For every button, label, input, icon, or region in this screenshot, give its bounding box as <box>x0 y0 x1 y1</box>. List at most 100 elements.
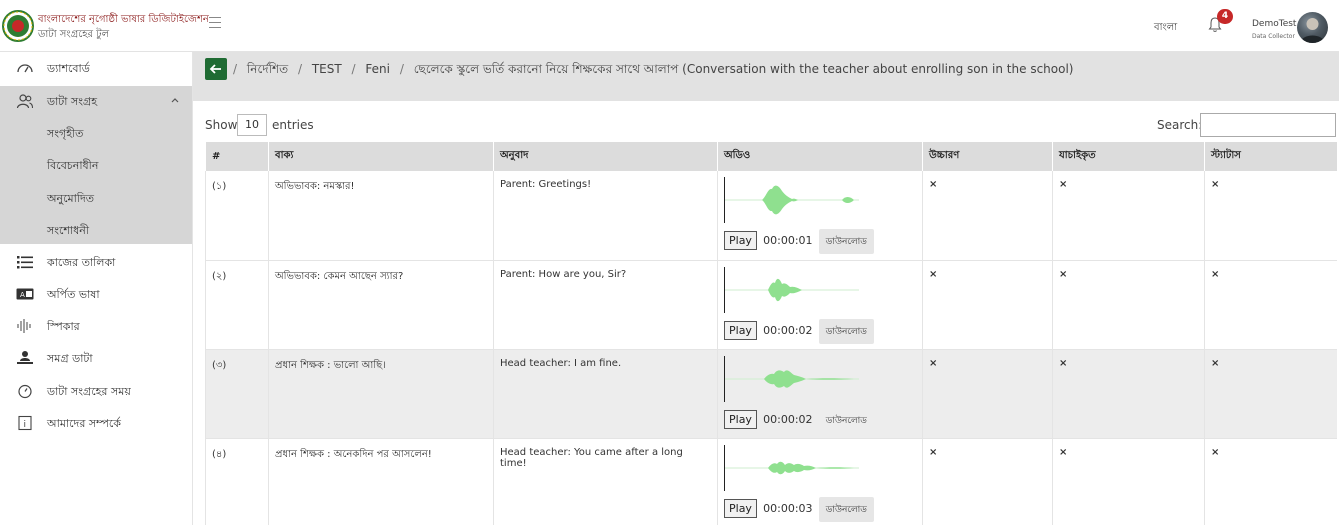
user-name[interactable]: DemoTest <box>1252 19 1296 29</box>
play-button[interactable]: Play <box>724 498 757 518</box>
page-size-select[interactable]: 10 <box>237 114 267 136</box>
table-row: (৪) প্রধান শিক্ষক : অনেকদিন পর আসলেন! He… <box>205 438 1337 525</box>
audio-cell: Play 00:00:02 ডাউনলোড <box>717 260 923 350</box>
row-status: × <box>1204 349 1337 439</box>
breadcrumb: / নির্দেশিত / TEST / Feni / ছেলেকে স্কুল… <box>233 62 1074 76</box>
verified-status: × <box>1052 171 1205 261</box>
svg-text:A: A <box>20 291 25 299</box>
sidebar-subitem-collected[interactable]: সংগৃহীত <box>0 117 192 149</box>
sentence-cell: অভিভাবক: নমস্কার! <box>268 171 494 261</box>
entries-label: entries <box>272 118 314 132</box>
column-header-verified[interactable]: যাচাইকৃত <box>1052 142 1205 171</box>
sidebar: ড্যাশবোর্ড ডাটা সংগ্রহ সংগৃহীত বিবেচনাধী… <box>0 52 193 525</box>
sidebar-item-label: স্পিকার <box>47 320 80 333</box>
audio-duration: 00:00:02 <box>763 323 813 337</box>
info-icon: i <box>18 415 32 431</box>
sidebar-item-assigned-language[interactable]: A অর্পিত ভাষা <box>0 278 192 310</box>
audio-waveform[interactable] <box>724 444 859 491</box>
app-root: বাংলাদেশের নৃগোষ্ঠী ভাষার ডিজিটাইজেশন ডা… <box>0 0 1339 525</box>
row-number: (৪) <box>205 438 269 525</box>
sidebar-item-collection-time[interactable]: ডাটা সংগ্রহের সময় <box>0 375 192 407</box>
top-header: বাংলাদেশের নৃগোষ্ঠী ভাষার ডিজিটাইজেশন ডা… <box>0 0 1339 52</box>
sidebar-item-dashboard[interactable]: ড্যাশবোর্ড <box>0 52 192 84</box>
column-header-number[interactable]: # <box>205 142 269 171</box>
sidebar-subitem-approved[interactable]: অনুমোদিত <box>0 182 192 214</box>
back-button[interactable] <box>205 58 227 80</box>
column-header-status[interactable]: স্ট্যাটাস <box>1204 142 1337 171</box>
sidebar-subitem-revision[interactable]: সংশোধনী <box>0 214 192 246</box>
sidebar-subitem-label: বিবেচনাধীন <box>47 159 99 172</box>
table-row: (২) অভিভাবক: কেমন আছেন স্যার? Parent: Ho… <box>205 260 1337 350</box>
row-status: × <box>1204 171 1337 261</box>
chevron-up-icon[interactable] <box>170 95 180 105</box>
row-status: × <box>1204 438 1337 525</box>
sidebar-item-all-data[interactable]: সমগ্র ডাটা <box>0 342 192 374</box>
sidebar-item-speaker[interactable]: স্পিকার <box>0 310 192 342</box>
audio-waveform[interactable] <box>724 266 859 313</box>
sidebar-item-label: ডাটা সংগ্রহের সময় <box>47 385 131 398</box>
sidebar-subitem-label: অনুমোদিত <box>47 192 94 205</box>
play-button[interactable]: Play <box>724 320 757 340</box>
sidebar-item-label: ডাটা সংগ্রহ <box>47 95 97 108</box>
audio-waveform[interactable] <box>724 177 859 223</box>
verified-status: × <box>1052 349 1205 439</box>
user-role: Data Collector <box>1252 33 1295 40</box>
sidebar-subitem-label: সংশোধনী <box>47 224 89 237</box>
play-button[interactable]: Play <box>724 231 757 250</box>
audio-cell: Play 00:00:02 ডাউনলোড <box>717 349 923 439</box>
sidebar-item-about-us[interactable]: i আমাদের সম্পর্কে <box>0 407 192 439</box>
timer-icon <box>18 384 32 399</box>
search-label: Search: <box>1157 118 1203 132</box>
audio-player: Play 00:00:03 ডাউনলোড <box>724 496 916 522</box>
sidebar-item-label: অর্পিত ভাষা <box>47 288 100 301</box>
sidebar-item-label: সমগ্র ডাটা <box>47 352 93 365</box>
table-row: (৩) প্রধান শিক্ষক : ভালো আছি। Head teach… <box>205 349 1337 439</box>
avatar-photo <box>1300 18 1325 43</box>
column-header-translation[interactable]: অনুবাদ <box>493 142 718 171</box>
row-number: (৩) <box>205 349 269 439</box>
users-group-icon <box>16 94 34 109</box>
audio-duration: 00:00:01 <box>763 234 813 247</box>
brand-subtitle: ডাটা সংগ্রহের টুল <box>38 29 110 40</box>
breadcrumb-bar: / নির্দেশিত / TEST / Feni / ছেলেকে স্কুল… <box>193 52 1339 101</box>
column-header-pronunciation[interactable]: উচ্চারণ <box>922 142 1053 171</box>
language-card-icon: A <box>16 288 34 300</box>
audio-player: Play 00:00:02 ডাউনলোড <box>724 408 916 430</box>
notification-badge[interactable]: 4 <box>1217 9 1233 24</box>
audio-duration: 00:00:03 <box>763 501 813 515</box>
audio-waveform[interactable] <box>724 355 859 402</box>
audio-player: Play 00:00:02 ডাউনলোড <box>724 318 916 344</box>
row-number: (১) <box>205 171 269 261</box>
arrow-left-icon <box>209 64 221 74</box>
sidebar-item-data-collection[interactable]: ডাটা সংগ্রহ <box>0 85 192 117</box>
brand[interactable]: বাংলাদেশের নৃগোষ্ঠী ভাষার ডিজিটাইজেশন ডা… <box>2 8 209 48</box>
audio-cell: Play 00:00:01 ডাউনলোড <box>717 171 923 261</box>
audio-cell: Play 00:00:03 ডাউনলোড <box>717 438 923 525</box>
search-input[interactable] <box>1200 113 1336 137</box>
verified-status: × <box>1052 260 1205 350</box>
sidebar-subitem-label: সংগৃহীত <box>47 127 84 140</box>
sidebar-subitem-pending[interactable]: বিবেচনাধীন <box>0 149 192 181</box>
breadcrumb-item[interactable]: TEST <box>312 62 342 76</box>
list-icon <box>17 256 33 269</box>
translation-cell: Head teacher: You came after a long time… <box>493 438 718 525</box>
data-table: # বাক্য অনুবাদ অডিও উচ্চারণ যাচাইকৃত স্ট… <box>205 142 1337 525</box>
person-laptop-icon <box>17 351 33 364</box>
sidebar-item-task-list[interactable]: কাজের তালিকা <box>0 246 192 278</box>
avatar[interactable] <box>1297 12 1328 43</box>
download-button[interactable]: ডাউনলোড <box>818 229 874 254</box>
language-switch[interactable]: বাংলা <box>1154 20 1177 37</box>
download-button[interactable]: ডাউনলোড <box>818 318 874 344</box>
row-number: (২) <box>205 260 269 350</box>
sentence-cell: প্রধান শিক্ষক : অনেকদিন পর আসলেন! <box>268 438 494 525</box>
column-header-audio[interactable]: অডিও <box>717 142 923 171</box>
play-button[interactable]: Play <box>724 409 757 429</box>
breadcrumb-item[interactable]: নির্দেশিত <box>247 62 288 76</box>
download-button[interactable]: ডাউনলোড <box>819 408 874 433</box>
breadcrumb-item[interactable]: Feni <box>365 62 390 76</box>
verified-status: × <box>1052 438 1205 525</box>
menu-toggle-icon[interactable] <box>209 17 221 29</box>
column-header-sentence[interactable]: বাক্য <box>268 142 494 171</box>
sentence-cell: প্রধান শিক্ষক : ভালো আছি। <box>268 349 494 439</box>
download-button[interactable]: ডাউনলোড <box>818 496 874 522</box>
